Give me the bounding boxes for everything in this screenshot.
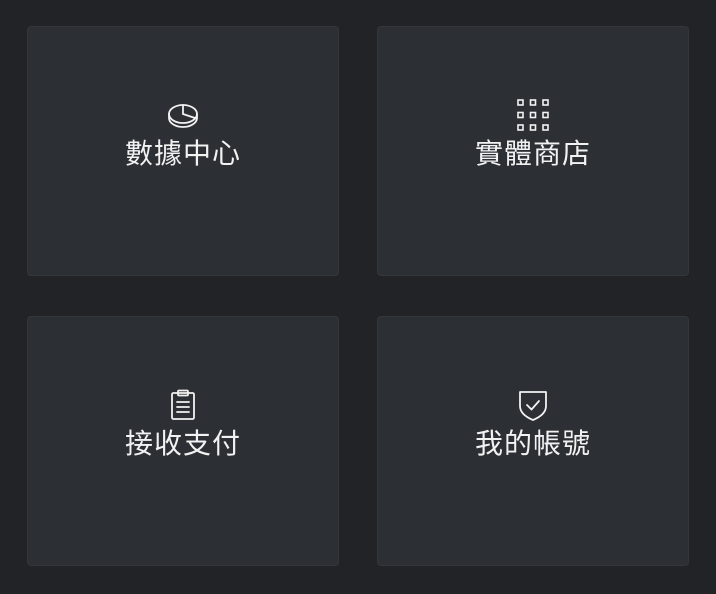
tile-label: 接收支付 bbox=[124, 427, 241, 460]
tile-label: 實體商店 bbox=[474, 137, 591, 170]
grid-icon bbox=[517, 99, 549, 131]
tile-content: 數據中心 bbox=[28, 99, 338, 171]
tile-label: 數據中心 bbox=[124, 137, 241, 170]
tile-content: 接收支付 bbox=[28, 389, 338, 461]
tile-my-account[interactable]: 我的帳號 bbox=[377, 316, 689, 566]
tile-physical-store[interactable]: 實體商店 bbox=[377, 26, 689, 276]
pie-chart-icon bbox=[167, 99, 199, 131]
tile-data-center[interactable]: 數據中心 bbox=[27, 26, 339, 276]
dashboard-tile-grid: 數據中心 實體商店 接收支付 我的帳號 bbox=[0, 0, 716, 594]
tile-content: 實體商店 bbox=[378, 99, 688, 171]
tile-label: 我的帳號 bbox=[474, 427, 591, 460]
shield-check-icon bbox=[517, 389, 549, 421]
tile-receive-payment[interactable]: 接收支付 bbox=[27, 316, 339, 566]
tile-content: 我的帳號 bbox=[378, 389, 688, 461]
clipboard-icon bbox=[167, 389, 199, 421]
